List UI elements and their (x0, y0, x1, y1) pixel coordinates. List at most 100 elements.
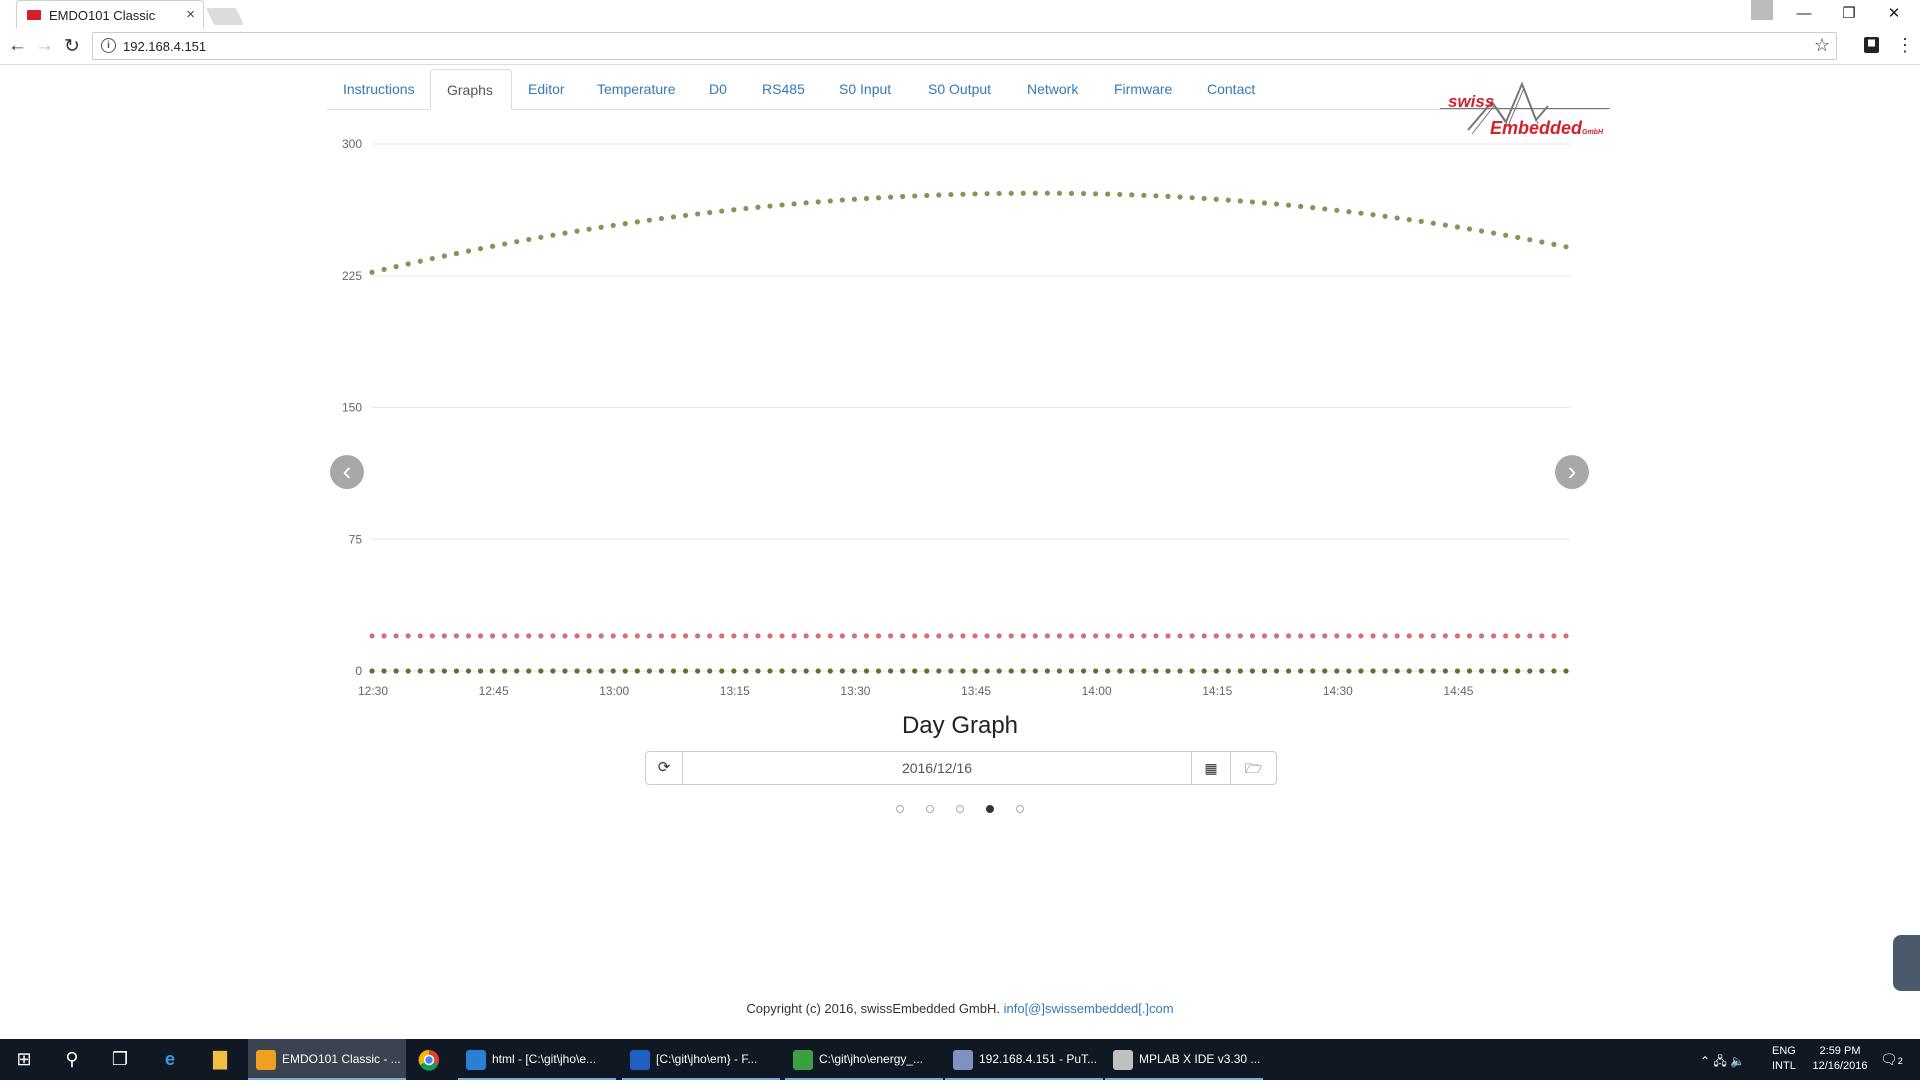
bookmark-star-icon[interactable]: ☆ (1814, 35, 1830, 56)
taskbar-app[interactable]: 192.168.4.151 - PuT... (945, 1039, 1103, 1080)
data-point (1201, 195, 1207, 202)
file-explorer-icon[interactable]: ▇ (196, 1039, 244, 1080)
carousel-next-icon[interactable]: › (1555, 455, 1589, 489)
tab-instructions[interactable]: Instructions (327, 69, 430, 109)
tab-firmware[interactable]: Firmware (1098, 69, 1191, 109)
browser-tab[interactable]: EMDO101 Classic × (16, 0, 204, 28)
extension-icon[interactable]: ⯀ (1864, 37, 1879, 53)
data-point (972, 191, 978, 197)
data-point (1080, 633, 1087, 639)
data-point (900, 668, 906, 674)
url-text[interactable]: 192.168.4.151 (123, 39, 206, 54)
teamviewer-widget-icon[interactable] (1893, 935, 1920, 991)
data-point (1322, 633, 1328, 639)
forward-arrow-icon[interactable]: → (35, 35, 54, 57)
data-point (562, 633, 568, 639)
data-point (1020, 633, 1026, 639)
data-point (827, 633, 833, 639)
data-point (1249, 199, 1256, 205)
data-point (948, 633, 954, 639)
profile-icon[interactable] (1751, 0, 1773, 20)
data-point (453, 250, 460, 257)
taskbar-app[interactable]: C:\git\jho\energy_... (785, 1039, 943, 1080)
data-point (924, 668, 930, 674)
data-point (1358, 210, 1364, 216)
tab-temperature[interactable]: Temperature (581, 69, 693, 109)
data-point (441, 253, 447, 259)
tray-arrows-icon[interactable]: ⌃ 🖧 🔈 (1700, 1052, 1745, 1073)
data-point (900, 633, 906, 639)
taskbar-app[interactable]: MPLAB X IDE v3.30 ... (1105, 1039, 1263, 1080)
new-tab-button[interactable] (206, 8, 244, 25)
data-point (875, 668, 882, 674)
taskbar-app[interactable]: [C:\git\jho\em} - F... (622, 1039, 780, 1080)
language-indicator[interactable]: ENG INTL (1772, 1045, 1796, 1072)
notifications-icon[interactable]: 🗨2 (1880, 1051, 1903, 1068)
data-point (1105, 633, 1111, 639)
carousel-indicator-dot[interactable] (986, 805, 994, 813)
data-point (538, 668, 544, 674)
contact-email-link[interactable]: info[@]swissembedded[.]com (1004, 1001, 1174, 1016)
data-point (646, 633, 652, 639)
data-point (1068, 633, 1075, 639)
tab-d0[interactable]: D0 (693, 69, 746, 109)
address-bar[interactable]: i 192.168.4.151 ☆ (92, 32, 1837, 60)
data-point (707, 209, 713, 216)
carousel-indicator-dot[interactable] (926, 805, 934, 813)
carousel-prev-icon[interactable]: ‹ (330, 455, 364, 489)
tab-network[interactable]: Network (1011, 69, 1098, 109)
data-point (1105, 191, 1111, 197)
data-point (429, 633, 435, 639)
tab-graphs[interactable]: Graphs (430, 69, 512, 110)
data-point (1454, 668, 1461, 674)
data-point (803, 668, 809, 674)
taskbar-app[interactable]: EMDO101 Classic - ... (248, 1039, 406, 1080)
carousel-indicator-dot[interactable] (896, 805, 904, 813)
restore-button[interactable]: ❐ (1829, 3, 1869, 25)
data-point (984, 191, 990, 197)
chrome-icon[interactable] (405, 1039, 453, 1080)
refresh-button[interactable]: ⟳ (646, 752, 683, 784)
calendar-icon[interactable]: ▦ (1192, 752, 1231, 784)
data-point (1093, 668, 1099, 674)
taskbar-app[interactable]: html - [C:\git\jho\e... (458, 1039, 616, 1080)
minimize-button[interactable]: — (1784, 3, 1824, 25)
tab-rs485[interactable]: RS485 (746, 69, 823, 109)
tab-close-icon[interactable]: × (186, 6, 195, 23)
data-point (526, 668, 532, 674)
edge-browser-icon[interactable]: e (146, 1039, 194, 1080)
date-input[interactable]: 2016/12/16 (683, 752, 1192, 784)
start-windows-icon[interactable]: ⊞ (0, 1039, 48, 1080)
taskbar-app-icon (256, 1050, 276, 1070)
open-folder-icon[interactable]: 🗁 (1231, 752, 1276, 784)
data-point (417, 633, 423, 639)
data-point (1563, 668, 1569, 674)
data-point (1322, 668, 1328, 674)
data-point (1382, 633, 1388, 639)
data-point (791, 668, 797, 674)
carousel-indicator-dot[interactable] (956, 805, 964, 813)
data-point (1177, 668, 1183, 674)
data-point (514, 633, 520, 639)
data-point (682, 633, 689, 639)
task-view-icon[interactable]: ❐ (96, 1039, 144, 1080)
tab-s0-input[interactable]: S0 Input (823, 69, 912, 109)
clock[interactable]: 2:59 PM 12/16/2016 (1810, 1045, 1870, 1072)
data-point (1551, 668, 1557, 674)
data-point (1201, 668, 1207, 674)
data-point (1044, 190, 1050, 196)
data-point (1503, 232, 1509, 238)
data-point (791, 201, 797, 207)
tab-s0-output[interactable]: S0 Output (912, 69, 1011, 109)
tab-contact[interactable]: Contact (1191, 69, 1268, 109)
back-arrow-icon[interactable]: ← (8, 35, 27, 57)
data-point (1068, 668, 1075, 674)
site-info-icon[interactable]: i (101, 38, 116, 53)
tab-editor[interactable]: Editor (512, 69, 581, 109)
close-window-button[interactable]: ✕ (1874, 3, 1914, 25)
search-icon[interactable]: ⚲ (48, 1039, 96, 1080)
reload-icon[interactable]: ↻ (64, 35, 80, 58)
browser-menu-icon[interactable]: ⋮ (1896, 35, 1914, 56)
data-point (514, 239, 520, 245)
carousel-indicator-dot[interactable] (1016, 805, 1024, 813)
